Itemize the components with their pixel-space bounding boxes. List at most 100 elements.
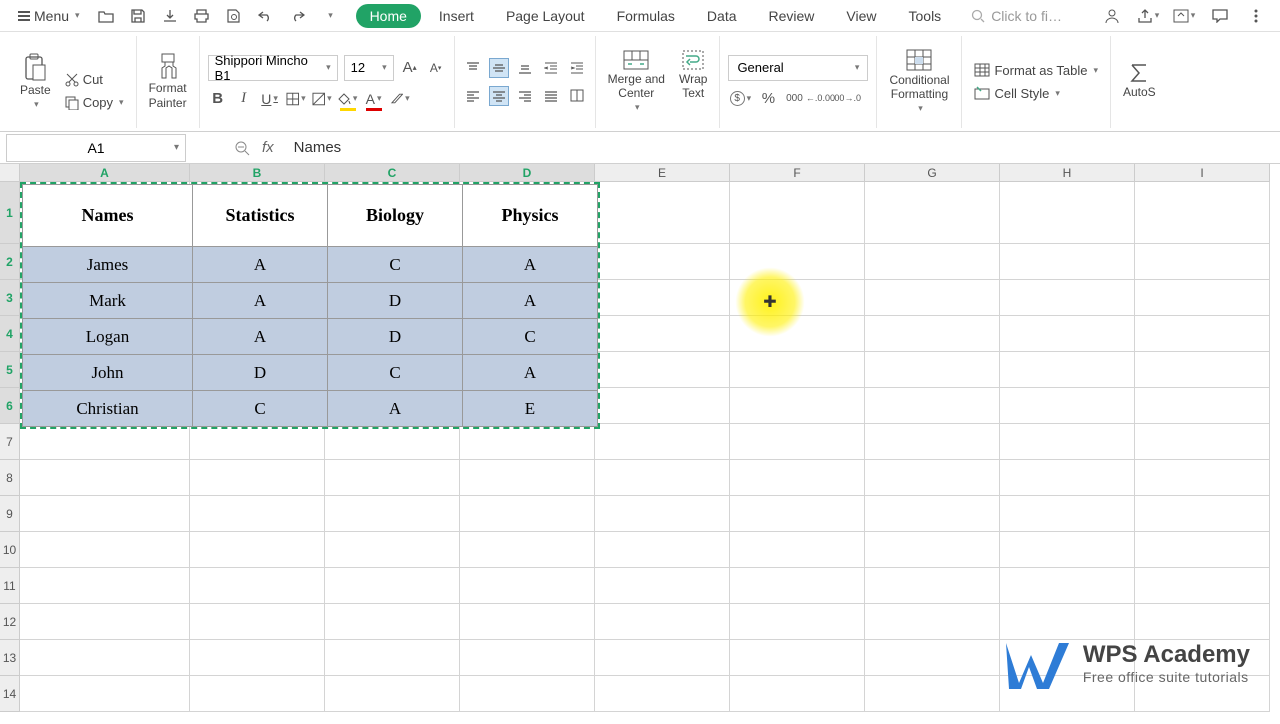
align-top-icon[interactable] [463,58,483,78]
share-icon[interactable]: ▾ [1136,4,1160,28]
table-cell[interactable]: A [193,247,328,283]
tab-insert[interactable]: Insert [425,4,488,28]
zoom-out-icon[interactable] [232,138,252,158]
font-color-button[interactable]: A▾ [364,89,384,109]
row-header-12[interactable]: 12 [0,604,20,640]
table-header[interactable]: Names [23,185,193,247]
tab-data[interactable]: Data [693,4,751,28]
print-icon[interactable] [190,4,214,28]
row-header-6[interactable]: 6 [0,388,20,424]
table-cell[interactable]: A [463,283,598,319]
format-painter-button[interactable]: Format Painter [145,51,191,112]
format-as-table-button[interactable]: Format as Table▾ [970,61,1102,80]
font-name-select[interactable]: Shippori Mincho B1▾ [208,55,338,81]
col-header-I[interactable]: I [1135,164,1270,182]
autosum-button[interactable]: AutoS [1119,61,1160,101]
table-header[interactable]: Physics [463,185,598,247]
increase-font-icon[interactable]: A▴ [400,58,420,78]
tab-tools[interactable]: Tools [895,4,956,28]
table-header[interactable]: Statistics [193,185,328,247]
table-cell[interactable]: C [193,391,328,427]
row-header-10[interactable]: 10 [0,532,20,568]
row-header-11[interactable]: 11 [0,568,20,604]
row-header-9[interactable]: 9 [0,496,20,532]
col-header-A[interactable]: A [20,164,190,182]
search-box[interactable]: Click to fi… [971,8,1062,24]
select-all-corner[interactable] [0,164,20,182]
table-cell[interactable]: A [463,247,598,283]
col-header-E[interactable]: E [595,164,730,182]
account-icon[interactable] [1100,4,1124,28]
save-icon[interactable] [126,4,150,28]
fill-color-button[interactable]: ▾ [338,89,358,109]
comments-icon[interactable] [1208,4,1232,28]
table-cell[interactable]: C [463,319,598,355]
comma-icon[interactable]: 000 [784,89,804,109]
fill-effects-button[interactable]: ▾ [312,89,332,109]
tab-review[interactable]: Review [755,4,829,28]
table-cell[interactable]: A [193,319,328,355]
row-header-7[interactable]: 7 [0,424,20,460]
percent-icon[interactable]: % [758,89,778,109]
increase-decimal-icon[interactable]: ←.0.00 [810,89,830,109]
row-header-13[interactable]: 13 [0,640,20,676]
row-header-1[interactable]: 1 [0,182,20,244]
redo-icon[interactable] [286,4,310,28]
row-header-14[interactable]: 14 [0,676,20,712]
table-cell[interactable]: E [463,391,598,427]
table-cell[interactable]: A [193,283,328,319]
clear-format-button[interactable]: ▾ [390,89,410,109]
conditional-formatting-button[interactable]: Conditional Formatting▾ [885,47,953,117]
col-header-G[interactable]: G [865,164,1000,182]
table-cell[interactable]: D [328,283,463,319]
export-icon[interactable] [158,4,182,28]
cell-style-button[interactable]: Cell Style▾ [970,84,1102,103]
tab-view[interactable]: View [832,4,890,28]
font-size-select[interactable]: 12▾ [344,55,394,81]
name-box[interactable]: A1 ▾ [6,134,186,162]
table-cell[interactable]: James [23,247,193,283]
print-preview-icon[interactable] [222,4,246,28]
increase-indent-icon[interactable] [567,58,587,78]
table-cell[interactable]: Logan [23,319,193,355]
align-center-icon[interactable] [489,86,509,106]
open-icon[interactable] [94,4,118,28]
col-header-C[interactable]: C [325,164,460,182]
table-cell[interactable]: John [23,355,193,391]
col-header-F[interactable]: F [730,164,865,182]
decrease-decimal-icon[interactable]: .00→.0 [836,89,856,109]
table-cell[interactable]: Mark [23,283,193,319]
row-header-4[interactable]: 4 [0,316,20,352]
align-right-icon[interactable] [515,86,535,106]
tab-page-layout[interactable]: Page Layout [492,4,599,28]
table-cell[interactable]: D [193,355,328,391]
col-header-B[interactable]: B [190,164,325,182]
qat-more-icon[interactable]: ▾ [318,4,342,28]
menu-button[interactable]: Menu ▾ [10,4,88,28]
cut-button[interactable]: Cut [61,70,128,89]
row-header-2[interactable]: 2 [0,244,20,280]
table-cell[interactable]: C [328,355,463,391]
tab-home[interactable]: Home [356,4,421,28]
justify-icon[interactable] [541,86,561,106]
row-header-8[interactable]: 8 [0,460,20,496]
col-header-D[interactable]: D [460,164,595,182]
copy-button[interactable]: Copy▾ [61,93,128,112]
table-cell[interactable]: Christian [23,391,193,427]
borders-button[interactable]: ▾ [286,89,306,109]
align-left-icon[interactable] [463,86,483,106]
decrease-indent-icon[interactable] [541,58,561,78]
table-cell[interactable]: D [328,319,463,355]
currency-icon[interactable]: $▾ [728,89,752,109]
fx-icon[interactable]: fx [262,139,274,156]
formula-input[interactable]: Names [284,139,342,156]
table-cell[interactable]: A [463,355,598,391]
bold-button[interactable]: B [208,89,228,109]
row-header-5[interactable]: 5 [0,352,20,388]
italic-button[interactable]: I [234,89,254,109]
undo-icon[interactable] [254,4,278,28]
align-middle-icon[interactable] [489,58,509,78]
decrease-font-icon[interactable]: A▾ [426,58,446,78]
underline-button[interactable]: U▾ [260,89,280,109]
collapse-ribbon-icon[interactable]: ▾ [1172,4,1196,28]
